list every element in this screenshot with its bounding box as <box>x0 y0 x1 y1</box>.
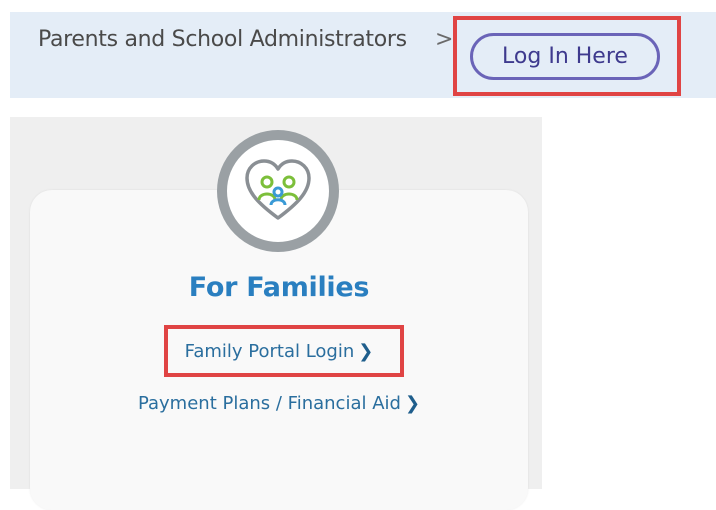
family-portal-login-label: Family Portal Login <box>184 341 355 362</box>
breadcrumb-separator: > <box>435 27 454 52</box>
breadcrumb-label: Parents and School Administrators <box>38 27 407 52</box>
family-heart-icon <box>245 159 311 220</box>
card-title: For Families <box>188 272 370 303</box>
family-portal-login-link[interactable]: Family Portal Login ❯ <box>30 341 528 362</box>
chevron-right-icon: ❯ <box>404 393 421 414</box>
payment-plans-label: Payment Plans / Financial Aid <box>137 393 401 414</box>
payment-plans-link[interactable]: Payment Plans / Financial Aid ❯ <box>30 393 528 414</box>
family-icon-badge <box>217 130 339 252</box>
log-in-here-label: Log In Here <box>502 44 628 69</box>
log-in-here-button[interactable]: Log In Here <box>470 33 660 80</box>
chevron-right-icon: ❯ <box>358 341 374 362</box>
